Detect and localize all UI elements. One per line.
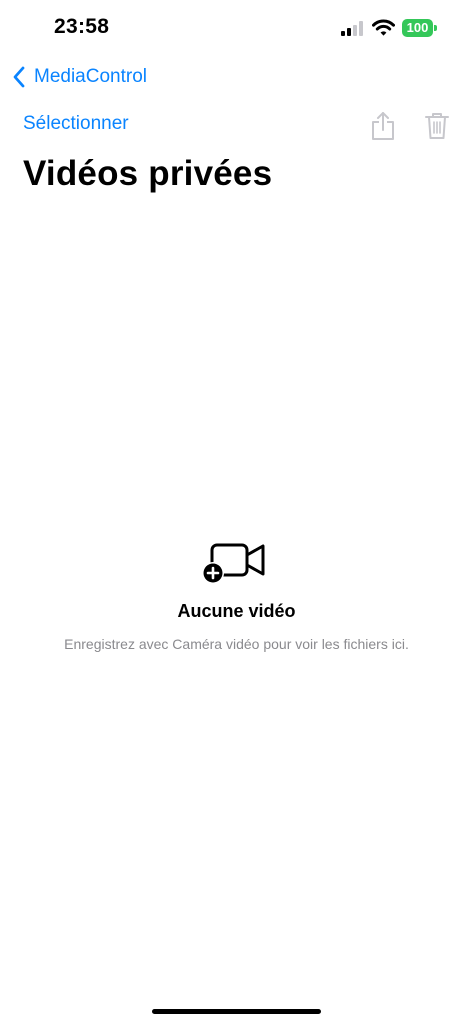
trash-icon[interactable] [424,111,450,140]
battery-icon: 100 [402,19,433,37]
signal-icon [341,21,363,36]
empty-state-title: Aucune vidéo [177,601,296,621]
wifi-icon [372,19,395,36]
status-time: 23:58 [54,15,110,38]
page-title: Vidéos privées [23,154,273,193]
select-button[interactable]: Sélectionner [23,113,129,135]
home-indicator[interactable] [152,1009,321,1014]
back-button-label: MediaControl [34,66,147,87]
battery-nub [434,25,437,31]
share-icon[interactable] [369,111,397,141]
chevron-left-icon [13,66,25,88]
back-button[interactable]: MediaControl [12,62,147,92]
video-add-icon [202,543,265,584]
empty-state-subtitle: Enregistrez avec Caméra vidéo pour voir … [64,636,409,652]
